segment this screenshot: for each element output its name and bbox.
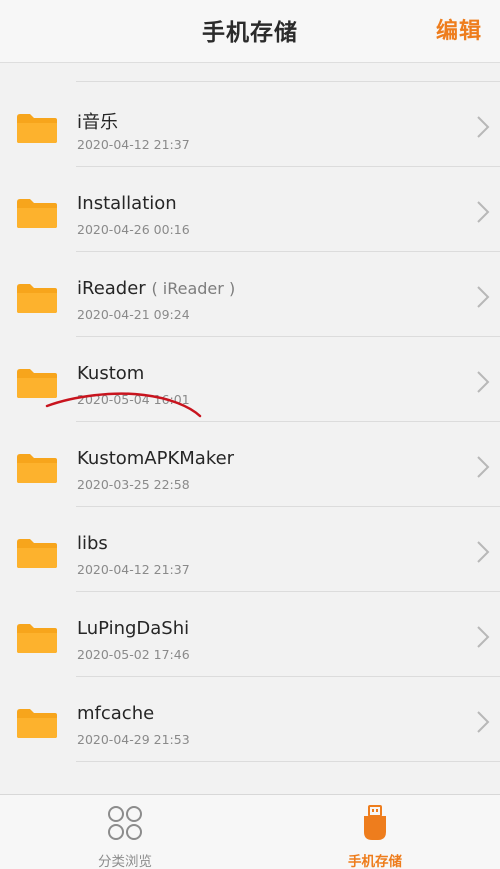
folder-name: Kustom xyxy=(77,363,145,384)
folder-row-kustomapkmaker[interactable]: KustomAPKMaker 2020-03-25 22:58 xyxy=(0,422,500,507)
folder-date: 2020-04-29 21:53 xyxy=(77,732,190,747)
folder-date: 2020-03-25 22:58 xyxy=(77,477,190,492)
tab-label: 手机存储 xyxy=(348,854,402,869)
chevron-right-icon xyxy=(477,711,490,733)
tab-category-browse[interactable]: 分类浏览 xyxy=(0,795,250,869)
folder-name: LuPingDaShi xyxy=(77,618,190,639)
folder-icon xyxy=(17,369,57,398)
category-grid-icon xyxy=(108,806,142,840)
chevron-right-icon xyxy=(477,626,490,648)
folder-row-lupingdashi[interactable]: LuPingDaShi 2020-05-02 17:46 xyxy=(0,592,500,677)
row-divider xyxy=(76,761,500,762)
folder-icon xyxy=(17,284,57,313)
page-title: 手机存储 xyxy=(202,20,298,46)
folder-name: KustomAPKMaker xyxy=(77,448,235,469)
folder-icon xyxy=(17,624,57,653)
file-manager-screen: 手机存储 编辑 i音乐 2020-04-12 21:37 Installatio… xyxy=(0,0,500,869)
chevron-right-icon xyxy=(477,456,490,478)
folder-date: 2020-05-02 17:46 xyxy=(77,647,190,662)
folder-date: 2020-05-04 16:01 xyxy=(77,392,190,407)
folder-name: i音乐 xyxy=(77,112,119,133)
folder-name: libs xyxy=(77,533,108,554)
folder-name: iReader ( iReader ) xyxy=(77,278,236,299)
folder-row-kustom[interactable]: Kustom 2020-05-04 16:01 xyxy=(0,337,500,422)
chevron-right-icon xyxy=(477,201,490,223)
usb-storage-icon xyxy=(364,805,386,840)
folder-row-imusic[interactable]: i音乐 2020-04-12 21:37 xyxy=(0,82,500,167)
folder-icon xyxy=(17,114,57,143)
file-list[interactable]: i音乐 2020-04-12 21:37 Installation 2020-0… xyxy=(0,63,500,794)
folder-row-mfcache[interactable]: mfcache 2020-04-29 21:53 xyxy=(0,677,500,762)
tab-phone-storage[interactable]: 手机存储 xyxy=(250,795,500,869)
folder-icon xyxy=(17,709,57,738)
chevron-right-icon xyxy=(477,116,490,138)
folder-row-libs[interactable]: libs 2020-04-12 21:37 xyxy=(0,507,500,592)
chevron-right-icon xyxy=(477,286,490,308)
folder-date: 2020-04-26 00:16 xyxy=(77,222,190,237)
folder-date: 2020-04-21 09:24 xyxy=(77,307,190,322)
folder-note: ( iReader ) xyxy=(151,279,236,298)
folder-date: 2020-04-12 21:37 xyxy=(77,137,190,152)
header-bar: 手机存储 编辑 xyxy=(0,0,500,63)
folder-row-installation[interactable]: Installation 2020-04-26 00:16 xyxy=(0,167,500,252)
folder-row-ireader[interactable]: iReader ( iReader ) 2020-04-21 09:24 xyxy=(0,252,500,337)
edit-button[interactable]: 编辑 xyxy=(436,13,482,45)
folder-name: mfcache xyxy=(77,703,155,724)
folder-icon xyxy=(17,539,57,568)
bottom-navigation: 分类浏览 手机存储 xyxy=(0,794,500,869)
folder-icon xyxy=(17,199,57,228)
folder-date: 2020-04-12 21:37 xyxy=(77,562,190,577)
folder-name: Installation xyxy=(77,193,177,214)
chevron-right-icon xyxy=(477,371,490,393)
folder-icon xyxy=(17,454,57,483)
tab-label: 分类浏览 xyxy=(98,854,152,869)
chevron-right-icon xyxy=(477,541,490,563)
